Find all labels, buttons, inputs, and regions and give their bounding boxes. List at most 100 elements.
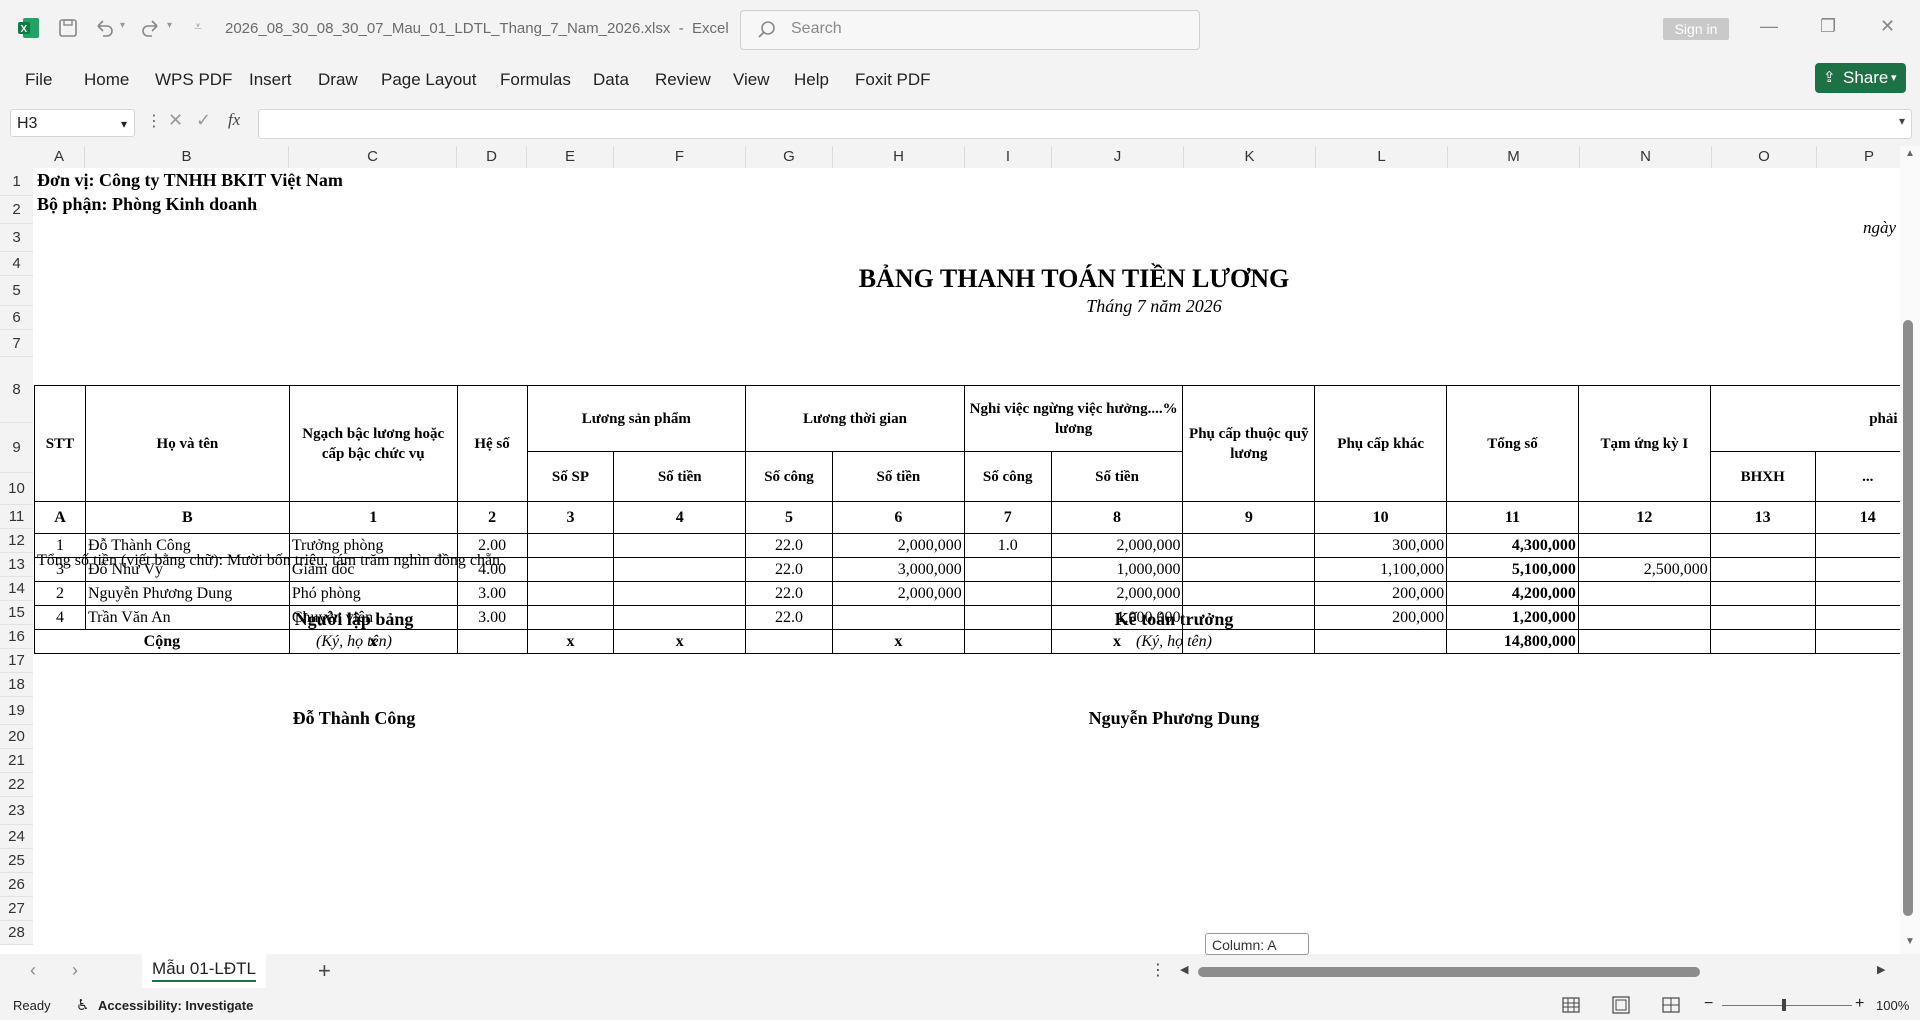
table-cell[interactable]: 2,500,000 — [1577, 557, 1711, 582]
table-cell[interactable] — [526, 557, 615, 582]
table-cell[interactable]: 4,300,000 — [1446, 533, 1579, 558]
row-header[interactable]: 19 — [0, 697, 33, 725]
table-cell[interactable]: 2,000,000 — [831, 581, 965, 606]
header-leave-days[interactable]: Số công — [963, 451, 1052, 502]
column-header[interactable]: K — [1184, 146, 1316, 168]
table-cell[interactable]: 14,800,000 — [1446, 629, 1579, 654]
row-header[interactable]: 8 — [0, 357, 33, 423]
column-header[interactable]: A — [34, 146, 85, 168]
page-break-view-icon[interactable] — [1662, 996, 1680, 1014]
row-header[interactable]: 18 — [0, 673, 33, 697]
table-cell[interactable]: 6 — [831, 501, 965, 534]
tab-home[interactable]: Home — [84, 70, 129, 90]
row-header[interactable]: 21 — [0, 749, 33, 773]
header-product-salary[interactable]: Lương sản phẩm — [526, 385, 747, 452]
row-header[interactable]: 12 — [0, 529, 33, 553]
table-cell[interactable] — [1577, 605, 1711, 630]
sheet-tab-mau-01[interactable]: Mẫu 01-LĐTL — [142, 954, 266, 988]
row-header[interactable]: 28 — [0, 921, 33, 945]
table-cell[interactable]: 200,000 — [1314, 581, 1448, 606]
table-cell[interactable]: 7 — [963, 501, 1052, 534]
customize-toolbar-icon[interactable]: ⩡ — [194, 18, 202, 35]
column-header[interactable]: B — [85, 146, 289, 168]
table-cell[interactable] — [1182, 533, 1316, 558]
table-cell[interactable]: 8 — [1050, 501, 1184, 534]
scroll-right-icon[interactable]: ▶ — [1877, 963, 1885, 976]
preparer-name[interactable]: Đỗ Thành Công — [234, 708, 474, 729]
row-header[interactable]: 23 — [0, 797, 33, 825]
formula-input[interactable]: ▾ — [258, 109, 1912, 139]
table-cell[interactable]: x — [831, 629, 965, 654]
preparer-title[interactable]: Người lập bảng — [234, 609, 474, 630]
table-cell[interactable] — [745, 629, 833, 654]
table-cell[interactable] — [963, 629, 1052, 654]
report-subtitle[interactable]: Tháng 7 năm 2026 — [1074, 296, 1234, 317]
row-header[interactable]: 13 — [0, 553, 33, 577]
table-cell[interactable]: 1.0 — [963, 533, 1052, 558]
prev-sheet-icon[interactable]: ‹ — [30, 960, 36, 981]
row-header[interactable]: 14 — [0, 577, 33, 601]
header-time-salary[interactable]: Lương thời gian — [745, 385, 965, 452]
confirm-entry-icon[interactable]: ✓ — [196, 110, 211, 131]
date-fragment[interactable]: ngày — [1863, 218, 1896, 238]
table-cell[interactable]: 5,100,000 — [1446, 557, 1579, 582]
accessibility-icon[interactable]: ♿ — [76, 996, 89, 1014]
row-header[interactable]: 9 — [0, 423, 33, 473]
table-cell[interactable]: 22.0 — [745, 533, 833, 558]
save-icon[interactable] — [58, 18, 78, 38]
column-header[interactable]: M — [1448, 146, 1580, 168]
name-box[interactable]: H3 ▾ — [10, 109, 135, 137]
table-cell[interactable]: 2,000,000 — [1050, 581, 1184, 606]
header-coefficient[interactable]: Hệ số — [456, 385, 528, 502]
column-header[interactable]: E — [527, 146, 614, 168]
header-allowance-other[interactable]: Phụ cấp khác — [1314, 385, 1448, 502]
row-header[interactable]: 20 — [0, 725, 33, 749]
sign-in-button[interactable]: Sign in — [1663, 18, 1729, 40]
header-stt[interactable]: STT — [34, 385, 86, 502]
preparer-sign-note[interactable]: (Ký, họ tên) — [234, 633, 474, 651]
row-header[interactable]: 15 — [0, 601, 33, 625]
table-cell[interactable]: 3,000,000 — [831, 557, 965, 582]
table-cell[interactable] — [963, 605, 1052, 630]
row-header[interactable]: 7 — [0, 330, 33, 357]
row-header[interactable]: 2 — [0, 196, 33, 224]
table-cell[interactable] — [526, 605, 615, 630]
minimize-icon[interactable]: — — [1760, 16, 1778, 37]
zoom-slider-thumb[interactable] — [1782, 999, 1786, 1011]
table-cell[interactable]: 11 — [1446, 501, 1579, 534]
tab-options-icon[interactable]: ⋮ — [1150, 960, 1166, 980]
table-cell[interactable] — [1709, 533, 1816, 558]
header-leave-amount[interactable]: Số tiền — [1050, 451, 1184, 502]
insert-function-icon[interactable]: fx — [228, 110, 240, 130]
redo-icon[interactable] — [141, 18, 161, 38]
tab-insert[interactable]: Insert — [249, 70, 292, 90]
table-cell[interactable] — [1709, 557, 1816, 582]
column-header[interactable]: I — [965, 146, 1052, 168]
row-header[interactable]: 4 — [0, 252, 33, 276]
more-options-icon[interactable]: ⋮ — [146, 111, 162, 131]
tab-wps-pdf[interactable]: WPS PDF — [155, 70, 232, 90]
table-cell[interactable]: Nguyễn Phương Dung — [84, 581, 290, 606]
tab-formulas[interactable]: Formulas — [500, 70, 571, 90]
accessibility-status[interactable]: Accessibility: Investigate — [98, 998, 253, 1013]
table-cell[interactable]: 2 — [456, 501, 528, 534]
table-cell[interactable]: A — [34, 501, 86, 534]
scroll-left-icon[interactable]: ◀ — [1180, 963, 1188, 976]
table-cell[interactable]: 13 — [1709, 501, 1816, 534]
column-header[interactable]: F — [614, 146, 746, 168]
accountant-name[interactable]: Nguyễn Phương Dung — [1034, 708, 1314, 729]
zoom-out-icon[interactable]: − — [1704, 995, 1713, 1013]
vertical-scroll-thumb[interactable] — [1903, 320, 1913, 916]
zoom-slider[interactable] — [1722, 1005, 1852, 1006]
row-header[interactable]: 24 — [0, 825, 33, 849]
header-deductions[interactable]: phải kh — [1709, 385, 1920, 452]
table-cell[interactable]: x — [613, 629, 747, 654]
tab-view[interactable]: View — [733, 70, 770, 90]
expand-formula-icon[interactable]: ▾ — [1899, 114, 1905, 128]
header-allowance-fund[interactable]: Phụ cấp thuộc quỹ lương — [1182, 385, 1316, 502]
row-header[interactable]: 5 — [0, 276, 33, 306]
zoom-level[interactable]: 100% — [1876, 998, 1909, 1013]
table-cell[interactable]: 1,000,000 — [1050, 557, 1184, 582]
table-cell[interactable] — [963, 581, 1052, 606]
header-leave[interactable]: Nghỉ việc ngừng việc hưởng....% lương — [963, 385, 1184, 452]
